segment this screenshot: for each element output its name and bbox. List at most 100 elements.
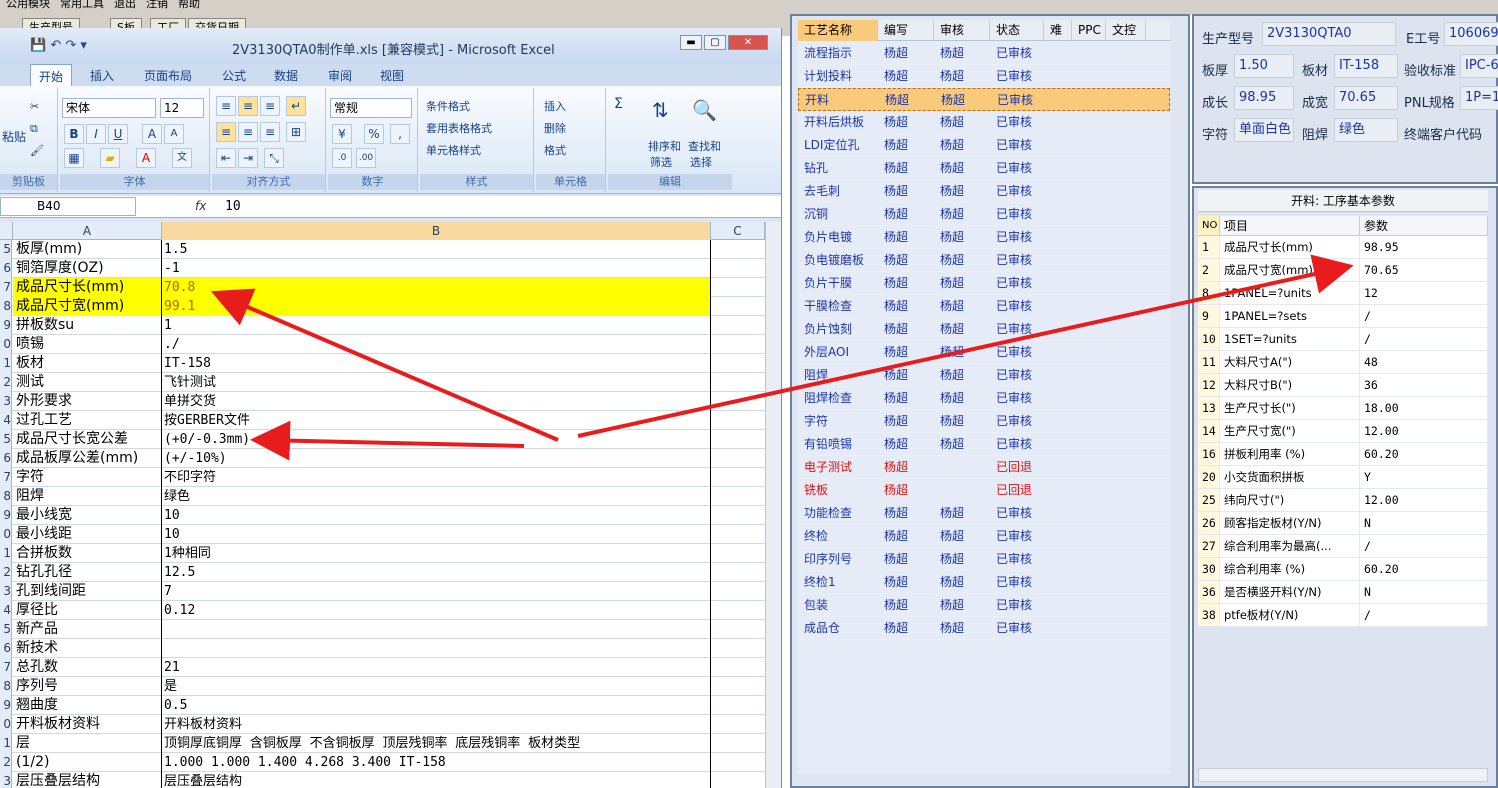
cell-b[interactable]: 按GERBER文件 — [162, 411, 711, 430]
cell-c[interactable] — [711, 240, 765, 259]
cell-c[interactable] — [711, 487, 765, 506]
cell-c[interactable] — [711, 297, 765, 316]
process-col-header[interactable]: 难 — [1044, 20, 1072, 41]
cell-a[interactable]: 新产品 — [13, 620, 162, 639]
process-row[interactable]: 负片干膜 杨超 杨超 已审核 — [798, 272, 1170, 295]
process-row[interactable]: 印序列号 杨超 杨超 已审核 — [798, 548, 1170, 571]
row-number[interactable]: 9 — [0, 316, 12, 335]
cell-b[interactable]: (+/-10%) — [162, 449, 711, 468]
cell-a[interactable]: 喷锡 — [13, 335, 162, 354]
row-number[interactable]: 7 — [0, 468, 12, 487]
close-button[interactable]: ✕ — [728, 35, 768, 50]
vertical-scrollbar[interactable] — [765, 222, 781, 788]
params-row[interactable]: 8 1PANEL=?units 12 — [1198, 282, 1488, 305]
params-row[interactable]: 13 生产尺寸长(") 18.00 — [1198, 397, 1488, 420]
number-format-select[interactable]: 常规 — [330, 98, 412, 118]
wid-field[interactable]: 70.65 — [1334, 86, 1398, 110]
insert-cells-button[interactable]: 插入 — [544, 98, 566, 114]
process-row[interactable]: 外层AOI 杨超 杨超 已审核 — [798, 341, 1170, 364]
row-number[interactable]: 6 — [0, 639, 12, 658]
cell-a[interactable]: 翘曲度 — [13, 696, 162, 715]
wrap-text-icon[interactable]: ↵ — [286, 96, 306, 116]
cell-b[interactable]: 7 — [162, 582, 711, 601]
process-row[interactable]: 负电镀磨板 杨超 杨超 已审核 — [798, 249, 1170, 272]
cell-a[interactable]: 孔到线间距 — [13, 582, 162, 601]
params-col-header[interactable]: 参数 — [1360, 216, 1488, 235]
param-value[interactable]: / — [1360, 328, 1488, 350]
grow-font-button[interactable]: A — [142, 124, 162, 144]
params-row[interactable]: 9 1PANEL=?sets / — [1198, 305, 1488, 328]
cell-a[interactable]: 新技术 — [13, 639, 162, 658]
param-value[interactable]: 48 — [1360, 351, 1488, 373]
params-row[interactable]: 1 成品尺寸长(mm) 98.95 — [1198, 236, 1488, 259]
param-value[interactable]: / — [1360, 604, 1488, 626]
cell-a[interactable]: 合拼板数 — [13, 544, 162, 563]
formula-input[interactable]: 10 — [225, 199, 241, 214]
cell-a[interactable]: 测试 — [13, 373, 162, 392]
paste-button[interactable]: 粘贴 — [2, 128, 26, 145]
ribbon-tab[interactable]: 页面布局 — [144, 67, 192, 84]
param-value[interactable]: N — [1360, 581, 1488, 603]
cell-b[interactable]: 10 — [162, 506, 711, 525]
row-number[interactable]: 5 — [0, 620, 12, 639]
process-row[interactable]: 流程指示 杨超 杨超 已审核 — [798, 42, 1170, 65]
row-number[interactable]: 2 — [0, 373, 12, 392]
col-header-a[interactable]: A — [13, 222, 162, 240]
cell-b[interactable]: 1 — [162, 316, 711, 335]
cell-a[interactable]: 最小线距 — [13, 525, 162, 544]
row-number[interactable]: 0 — [0, 335, 12, 354]
param-value[interactable]: 60.20 — [1360, 558, 1488, 580]
cell-b[interactable]: 1种相同 — [162, 544, 711, 563]
cell-a[interactable]: 字符 — [13, 468, 162, 487]
process-col-header[interactable]: 工艺名称 — [798, 20, 878, 41]
row-number[interactable]: 0 — [0, 525, 12, 544]
ribbon-tab[interactable]: 视图 — [380, 67, 404, 84]
cell-a[interactable]: 铜箔厚度(OZ) — [13, 259, 162, 278]
cell-c[interactable] — [711, 715, 765, 734]
row-number[interactable]: 5 — [0, 430, 12, 449]
cell-b[interactable]: 10 — [162, 525, 711, 544]
param-value[interactable]: 36 — [1360, 374, 1488, 396]
process-row[interactable]: 开料 杨超 杨超 已审核 — [798, 88, 1170, 111]
process-row[interactable]: 钻孔 杨超 杨超 已审核 — [798, 157, 1170, 180]
cell-c[interactable] — [711, 582, 765, 601]
cell-c[interactable] — [711, 373, 765, 392]
cell-c[interactable] — [711, 506, 765, 525]
row-number[interactable]: 8 — [0, 297, 12, 316]
row-number[interactable]: 4 — [0, 411, 12, 430]
row-number[interactable]: 5 — [0, 240, 12, 259]
row-number[interactable]: 1 — [0, 734, 12, 753]
param-value[interactable]: 70.65 — [1360, 259, 1488, 281]
cell-a[interactable]: 序列号 — [13, 677, 162, 696]
cell-c[interactable] — [711, 316, 765, 335]
cell-style-button[interactable]: 单元格样式 — [426, 142, 481, 158]
params-row[interactable]: 36 是否横竖开料(Y/N) N — [1198, 581, 1488, 604]
cell-a[interactable]: 厚径比 — [13, 601, 162, 620]
phonetic-icon[interactable]: 文 — [172, 148, 192, 168]
currency-icon[interactable]: ¥ — [332, 124, 352, 144]
params-col-header[interactable]: 项目 — [1220, 216, 1360, 235]
param-value[interactable]: 60.20 — [1360, 443, 1488, 465]
row-number[interactable]: 7 — [0, 278, 12, 297]
model-field[interactable]: 2V3130QTA0 — [1262, 22, 1396, 46]
params-row[interactable]: 14 生产尺寸宽(") 12.00 — [1198, 420, 1488, 443]
border-icon[interactable]: ▦ — [64, 148, 84, 168]
process-row[interactable]: 去毛刺 杨超 杨超 已审核 — [798, 180, 1170, 203]
cell-b[interactable]: 顶铜厚底铜厚 含铜板厚 不含铜板厚 顶层残铜率 底层残铜率 板材类型 — [162, 734, 711, 753]
row-number[interactable]: 3 — [0, 392, 12, 411]
decrease-indent-icon[interactable]: ⇤ — [216, 148, 236, 168]
fx-icon[interactable]: fx — [195, 199, 206, 213]
process-row[interactable]: 开料后烘板 杨超 杨超 已审核 — [798, 111, 1170, 134]
pnl-field[interactable]: 1P=1 — [1460, 86, 1498, 110]
cell-a[interactable]: 拼板数su — [13, 316, 162, 335]
underline-button[interactable]: U — [108, 124, 128, 144]
cell-b[interactable]: 12.5 — [162, 563, 711, 582]
row-number[interactable]: 1 — [0, 354, 12, 373]
cell-c[interactable] — [711, 753, 765, 772]
copy-icon[interactable]: ⧉ — [30, 122, 38, 136]
eng-field[interactable]: 1060693 — [1444, 22, 1498, 46]
cell-c[interactable] — [711, 677, 765, 696]
cell-b[interactable]: 开料板材资料 — [162, 715, 711, 734]
process-row[interactable]: 铣板 杨超 已回退 — [798, 479, 1170, 502]
bold-button[interactable]: B — [64, 124, 84, 144]
